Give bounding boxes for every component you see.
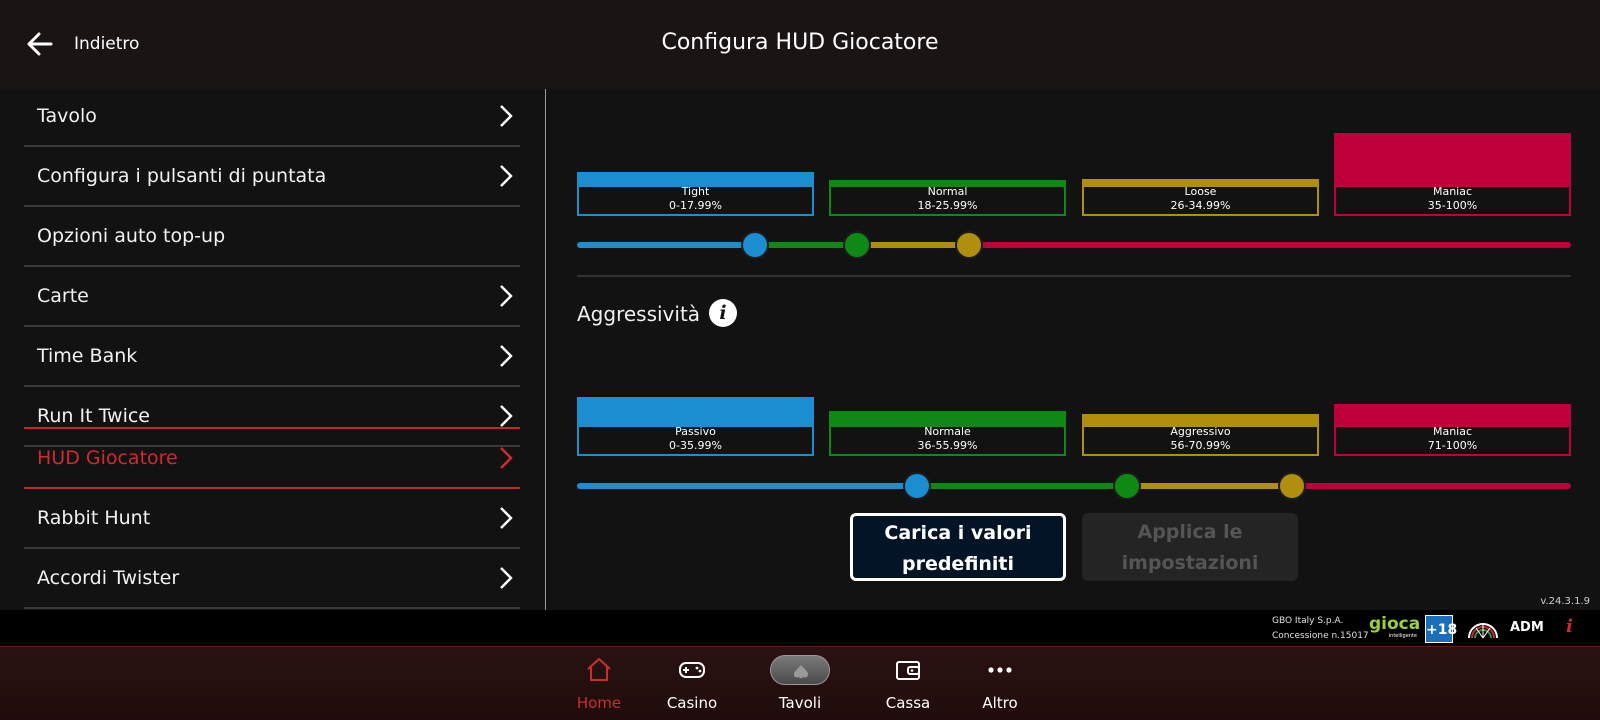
page-title: Configura HUD Giocatore xyxy=(661,30,939,55)
category-text: Maniac 35-100% xyxy=(1427,185,1478,212)
nav-label: Cassa xyxy=(885,694,931,712)
aggression-title: Aggressività xyxy=(577,302,701,326)
slider-handle-passivo[interactable] xyxy=(903,472,931,500)
nav-label: Altro xyxy=(982,694,1018,712)
sidebar-item-label: Accordi Twister xyxy=(37,567,180,589)
adm-logo: ADM xyxy=(1510,620,1544,635)
version-label: v.24.3.1.9 xyxy=(1540,596,1590,607)
category-text: Loose 26-34.99% xyxy=(1170,185,1231,212)
gioca-intelligente-logo: gioca intelligente xyxy=(1369,614,1421,640)
nav-home[interactable]: Home xyxy=(557,647,641,720)
sidebar-item-label: Opzioni auto top-up xyxy=(37,225,226,247)
sidebar-item-tavolo[interactable]: Tavolo xyxy=(24,89,520,147)
sidebar-item-configura-pulsanti[interactable]: Configura i pulsanti di puntata xyxy=(24,147,520,207)
slider-handle-loose[interactable] xyxy=(955,231,983,259)
app-root: Indietro Configura HUD Giocatore Tavolo … xyxy=(0,0,1600,720)
nav-cassa[interactable]: Cassa xyxy=(866,647,950,720)
chevron-right-icon xyxy=(500,345,513,367)
slider-segment-maniac xyxy=(969,242,1571,248)
category-text: Maniac 71-100% xyxy=(1427,425,1478,452)
wallet-icon xyxy=(896,661,920,680)
more-icon xyxy=(988,667,1012,673)
hud-settings-panel: Tight 0-17.99% Normal 18-25.99% Loose 26-34… xyxy=(577,89,1571,610)
gamepad-icon xyxy=(679,662,705,678)
slider-segment-maniac xyxy=(1292,483,1571,489)
category-maniac-aggression: Maniac 71-100% xyxy=(1334,404,1571,456)
sidebar-item-label: Run It Twice xyxy=(37,405,150,427)
chevron-right-icon xyxy=(500,105,513,127)
category-bar xyxy=(577,397,814,427)
sidebar-item-label: Configura i pulsanti di puntata xyxy=(37,165,327,187)
home-icon xyxy=(587,658,611,681)
info-icon[interactable]: i xyxy=(709,299,737,327)
company-info: GBO Italy S.p.A. Concessione n.15017 xyxy=(1272,616,1369,641)
sidebar-item-hud-giocatore[interactable]: HUD Giocatore xyxy=(24,427,520,489)
chevron-right-icon xyxy=(500,507,513,529)
category-tight: Tight 0-17.99% xyxy=(577,172,814,216)
settings-sidebar: Tavolo Configura i pulsanti di puntata O… xyxy=(24,89,520,610)
category-text: Passivo 0-35.99% xyxy=(669,425,722,452)
header: Indietro Configura HUD Giocatore xyxy=(0,0,1600,89)
category-text: Normale 36-55.99% xyxy=(917,425,978,452)
slider-segment-passivo xyxy=(577,483,917,489)
category-bar xyxy=(1334,404,1571,427)
chevron-right-icon xyxy=(500,165,513,187)
adm-wheel-logo xyxy=(1468,623,1498,639)
load-defaults-button[interactable]: Carica i valori predefiniti xyxy=(850,513,1066,581)
category-loose: Loose 26-34.99% xyxy=(1082,179,1319,216)
sidebar-item-time-bank[interactable]: Time Bank xyxy=(24,327,520,387)
sidebar-item-label: HUD Giocatore xyxy=(37,447,178,469)
bottom-navigation: Home Casino Tavoli Cassa Altro xyxy=(0,646,1600,720)
slider-segment-aggressivo xyxy=(1127,483,1292,489)
nav-casino[interactable]: Casino xyxy=(650,647,734,720)
category-normale: Normale 36-55.99% xyxy=(829,411,1066,456)
apply-settings-button[interactable]: Applica le impostazioni xyxy=(1082,513,1298,581)
slider-segment-normal xyxy=(755,242,857,248)
sidebar-item-auto-top-up[interactable]: Opzioni auto top-up xyxy=(24,207,520,267)
chevron-right-icon xyxy=(500,405,513,427)
sidebar-item-accordi-twister[interactable]: Accordi Twister xyxy=(24,549,520,609)
category-maniac: Maniac 35-100% xyxy=(1334,133,1571,216)
sidebar-item-carte[interactable]: Carte xyxy=(24,267,520,327)
slider-segment-normale xyxy=(917,483,1127,489)
slider-handle-aggressivo[interactable] xyxy=(1278,472,1306,500)
category-passivo: Passivo 0-35.99% xyxy=(577,397,814,456)
nav-tavoli[interactable]: Tavoli xyxy=(758,647,842,720)
slider-segment-loose xyxy=(857,242,969,248)
sidebar-item-label: Carte xyxy=(37,285,89,307)
slider-handle-normal[interactable] xyxy=(843,231,871,259)
info-icon[interactable]: i xyxy=(1566,616,1573,637)
nav-altro[interactable]: Altro xyxy=(958,647,1042,720)
chevron-right-icon xyxy=(500,285,513,307)
chevron-right-icon xyxy=(500,567,513,589)
spade-icon xyxy=(770,655,830,685)
age-18-logo: +18 xyxy=(1425,615,1457,643)
chevron-right-icon xyxy=(500,447,513,469)
category-text: Normal 18-25.99% xyxy=(917,185,978,212)
nav-label: Home xyxy=(576,694,622,712)
nav-label: Casino xyxy=(666,694,718,712)
category-text: Tight 0-17.99% xyxy=(669,185,722,212)
vertical-divider xyxy=(545,89,546,610)
slider-handle-tight[interactable] xyxy=(741,231,769,259)
sidebar-item-label: Rabbit Hunt xyxy=(37,507,151,529)
slider-handle-normale[interactable] xyxy=(1113,472,1141,500)
sidebar-item-rabbit-hunt[interactable]: Rabbit Hunt xyxy=(24,489,520,549)
category-text: Aggressivo 56-70.99% xyxy=(1170,425,1231,452)
nav-label: Tavoli xyxy=(778,694,822,712)
sidebar-item-label: Time Bank xyxy=(37,345,138,367)
sidebar-item-label: Tavolo xyxy=(37,105,97,127)
category-bar xyxy=(1334,133,1571,187)
section-divider xyxy=(577,275,1571,277)
slider-segment-tight xyxy=(577,242,755,248)
category-aggressivo: Aggressivo 56-70.99% xyxy=(1082,414,1319,456)
category-normal: Normal 18-25.99% xyxy=(829,180,1066,216)
